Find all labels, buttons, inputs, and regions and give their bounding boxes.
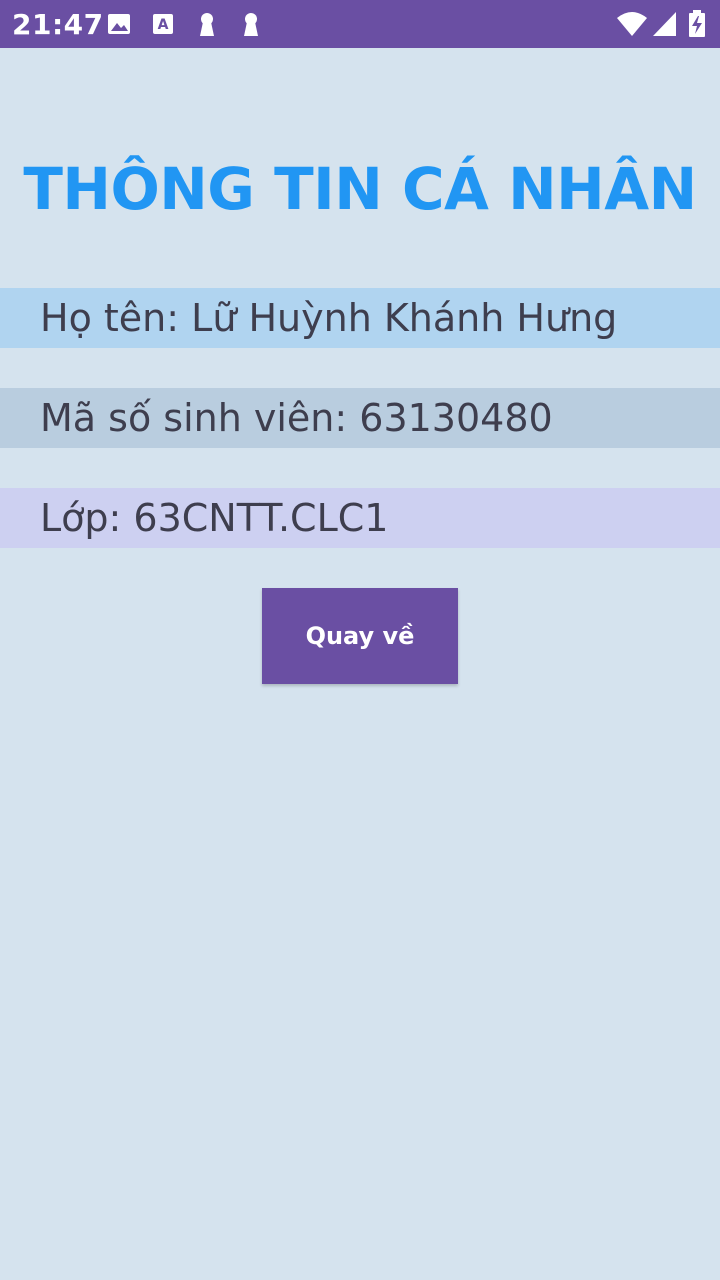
status-time: 21:47 [12, 8, 104, 41]
class-text: Lớp: 63CNTT.CLC1 [0, 488, 720, 548]
status-bar: 21:47 A [0, 0, 720, 48]
keyhole-icon [195, 10, 219, 43]
page-title: THÔNG TIN CÁ NHÂN [23, 155, 697, 223]
svg-text:A: A [158, 17, 169, 33]
signal-icon [652, 10, 678, 43]
back-button[interactable]: Quay về [262, 588, 458, 684]
full-name-text: Họ tên: Lữ Huỳnh Khánh Hưng [0, 288, 720, 348]
image-icon [107, 10, 131, 43]
battery-charging-icon [688, 10, 706, 43]
wifi-icon [616, 10, 648, 43]
keyhole-icon [239, 10, 263, 43]
student-id-text: Mã số sinh viên: 63130480 [0, 388, 720, 448]
accessibility-icon: A [151, 10, 175, 43]
